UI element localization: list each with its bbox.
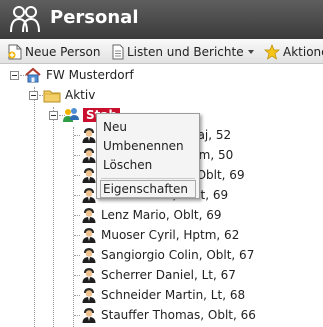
person-icon (82, 288, 96, 303)
tree-line (74, 135, 80, 136)
page-title: Personal (50, 7, 139, 28)
tree-line (74, 315, 80, 316)
person-icon (82, 148, 96, 163)
tree-node-group[interactable]: Aktiv (43, 86, 95, 104)
tree-line (74, 175, 80, 176)
menu-item-rename[interactable]: Umbenennen (100, 137, 196, 155)
star-icon (264, 43, 280, 60)
new-document-icon (8, 44, 22, 59)
actions-label: Aktionen (283, 44, 323, 59)
tree-node-label: FW Musterdorf (46, 68, 134, 82)
folder-icon (43, 90, 61, 102)
tree-line (74, 255, 80, 256)
context-menu: Neu Umbenennen Löschen Eigenschaften (96, 113, 200, 199)
person-icon (82, 208, 96, 223)
actions-button[interactable]: Aktionen (264, 42, 323, 61)
tree-line (74, 195, 80, 196)
tree-line (53, 107, 54, 327)
toolbar: Neue Person Listen und Berichte Aktionen (0, 39, 323, 64)
new-person-label: Neue Person (25, 44, 101, 59)
tree-node-root[interactable]: FW Musterdorf (24, 66, 134, 84)
tree-line (74, 155, 80, 156)
tree-node-person[interactable]: Scherrer Daniel, Lt, 67 (81, 266, 236, 284)
person-icon (82, 128, 96, 143)
menu-item-delete[interactable]: Löschen (100, 156, 196, 174)
tree-node-person[interactable]: Lenz Mario, Oblt, 69 (81, 206, 222, 224)
menu-separator (101, 178, 195, 179)
person-icon (82, 308, 96, 323)
house-icon (25, 67, 41, 83)
person-label: Stauffer Thomas, Oblt, 66 (101, 308, 256, 322)
tree-line (34, 87, 35, 327)
tree-line (74, 215, 80, 216)
tree-node-person[interactable]: Schneider Martin, Lt, 68 (81, 286, 245, 304)
person-icon (82, 228, 96, 243)
collapse-toggle[interactable] (29, 91, 38, 100)
new-person-button[interactable]: Neue Person (8, 42, 101, 61)
menu-item-properties[interactable]: Eigenschaften (100, 180, 196, 198)
person-label: Scherrer Daniel, Lt, 67 (101, 268, 236, 282)
document-icon (112, 44, 124, 59)
collapse-toggle[interactable] (49, 111, 58, 120)
person-label: Muoser Cyril, Hptm, 62 (101, 228, 240, 242)
tree-line (74, 275, 80, 276)
person-label: Schneider Martin, Lt, 68 (101, 288, 246, 302)
tree-node-person[interactable]: Stauffer Thomas, Oblt, 66 (81, 306, 256, 324)
app-header: Personal (0, 0, 323, 39)
tree-line (74, 295, 80, 296)
collapse-toggle[interactable] (10, 71, 19, 80)
person-label: Sangiorgio Colin, Oblt, 67 (101, 248, 255, 262)
tree-node-person[interactable]: Sangiorgio Colin, Oblt, 67 (81, 246, 254, 264)
tree-node-person[interactable]: Muoser Cyril, Hptm, 62 (81, 226, 239, 244)
person-icon (82, 168, 96, 183)
person-icon (82, 248, 96, 263)
reports-label: Listen und Berichte (127, 44, 244, 59)
tree-line (73, 127, 74, 327)
person-icon (82, 188, 96, 203)
tree-line (74, 235, 80, 236)
group-icon (63, 108, 79, 122)
chevron-down-icon (247, 49, 254, 54)
people-icon (10, 6, 40, 33)
person-icon (82, 268, 96, 283)
tree-node-label: Aktiv (65, 88, 96, 102)
reports-button[interactable]: Listen und Berichte (112, 42, 255, 61)
menu-item-new[interactable]: Neu (100, 118, 196, 136)
person-label: Lenz Mario, Oblt, 69 (101, 208, 222, 222)
